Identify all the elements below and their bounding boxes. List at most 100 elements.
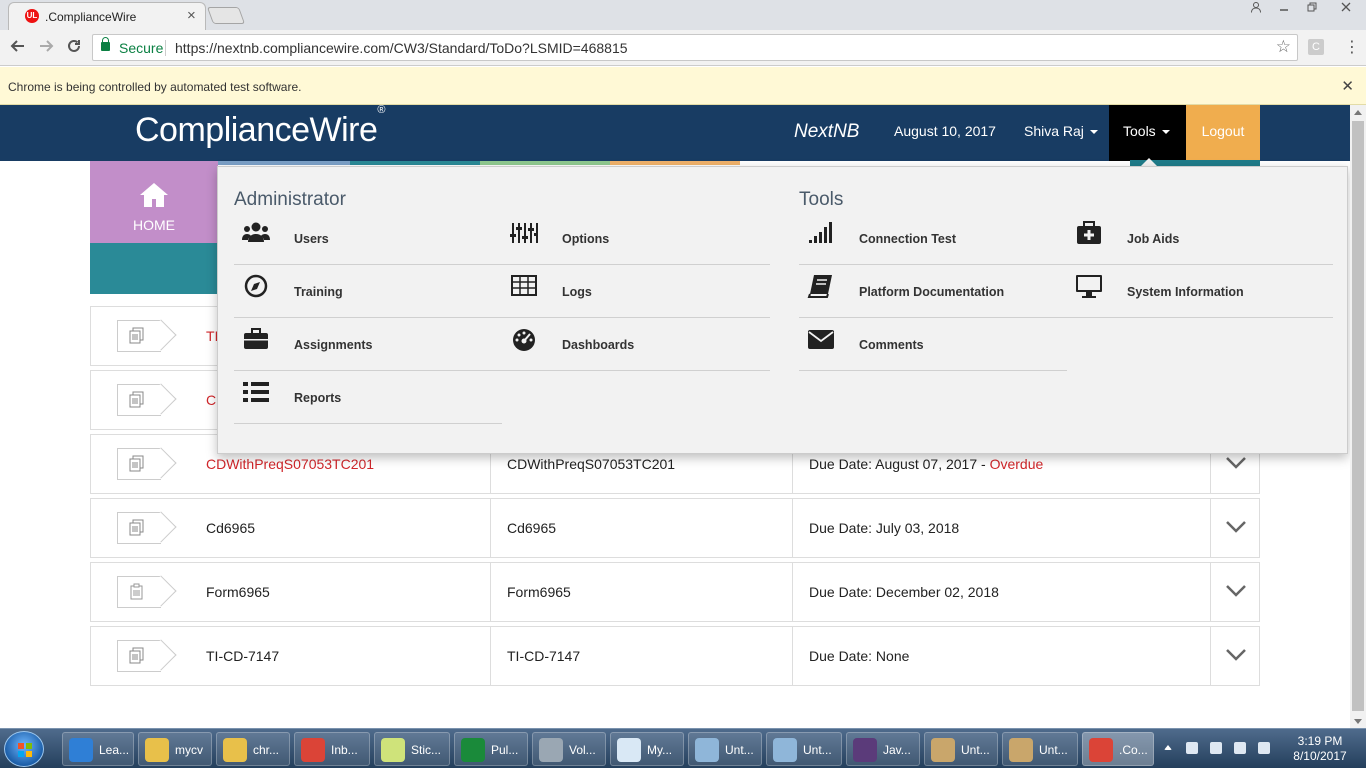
taskbar-clock[interactable]: 3:19 PM 8/10/2017 xyxy=(1290,734,1350,764)
menu-item-label: Training xyxy=(294,285,343,299)
menu-item-dashboards[interactable]: Dashboards xyxy=(502,318,770,371)
home-icon xyxy=(140,183,168,207)
network-icon[interactable] xyxy=(1234,742,1246,754)
url-text[interactable]: https://nextnb.compliancewire.com/CW3/St… xyxy=(175,40,628,56)
user-menu[interactable]: Shiva Raj xyxy=(1024,123,1098,139)
menu-item-label: Platform Documentation xyxy=(859,285,1005,299)
chevron-down-icon[interactable] xyxy=(1225,643,1247,665)
taskbar-label: Vol... xyxy=(569,743,596,757)
volume-icon[interactable] xyxy=(1258,742,1270,754)
taskbar-app-icon xyxy=(69,738,93,762)
tray-expand-icon[interactable] xyxy=(1164,745,1172,750)
tab-close-icon[interactable]: × xyxy=(187,7,196,24)
taskbar-button[interactable]: mycv xyxy=(138,732,212,766)
taskbar-button[interactable]: Vol... xyxy=(532,732,606,766)
page-scrollbar[interactable] xyxy=(1350,105,1366,728)
taskbar-button[interactable]: Unt... xyxy=(924,732,998,766)
window-close-icon[interactable] xyxy=(1326,0,1366,20)
taskbar-button[interactable]: chr... xyxy=(216,732,290,766)
taskbar-label: chr... xyxy=(253,743,280,757)
minimize-icon[interactable] xyxy=(1270,0,1298,20)
tile-colorbar xyxy=(610,161,740,165)
menu-item-logs[interactable]: Logs xyxy=(502,265,770,318)
flag-icon[interactable] xyxy=(1210,742,1222,754)
menu-item-training[interactable]: Training xyxy=(234,265,502,318)
forward-icon[interactable] xyxy=(38,38,54,59)
scroll-down-icon[interactable] xyxy=(1354,719,1362,724)
taskbar-app-icon xyxy=(1009,738,1033,762)
menu-item-assignments[interactable]: Assignments xyxy=(234,318,502,371)
taskbar-app-icon xyxy=(1089,738,1113,762)
column-divider xyxy=(1210,563,1211,621)
menu-item-connection-test[interactable]: Connection Test xyxy=(799,212,1067,265)
menu-item-system-information[interactable]: System Information xyxy=(1067,265,1333,318)
home-label: HOME xyxy=(133,217,175,233)
menu-item-label: Job Aids xyxy=(1127,232,1180,246)
restore-icon[interactable] xyxy=(1298,0,1326,20)
row-code: Cd6965 xyxy=(507,520,557,536)
table-icon xyxy=(511,275,537,296)
chevron-down-icon[interactable] xyxy=(1225,515,1247,537)
taskbar-button[interactable]: Stic... xyxy=(374,732,450,766)
menu-item-options[interactable]: Options xyxy=(502,212,770,265)
menu-item-platform-documentation[interactable]: Platform Documentation xyxy=(799,265,1067,318)
menu-item-label: Comments xyxy=(859,338,924,352)
chevron-down-icon[interactable] xyxy=(1225,451,1247,473)
menu-item-label: Logs xyxy=(562,285,592,299)
logout-button[interactable]: Logout xyxy=(1186,105,1260,161)
table-row[interactable]: Form6965 Form6965 Due Date: December 02,… xyxy=(90,562,1260,622)
address-bar[interactable]: Secure https://nextnb.compliancewire.com… xyxy=(92,34,1298,61)
menu-item-reports[interactable]: Reports xyxy=(234,371,502,424)
back-icon[interactable] xyxy=(10,38,26,59)
menu-item-users[interactable]: Users xyxy=(234,212,502,265)
document-icon xyxy=(117,639,177,672)
taskbar-button[interactable]: Unt... xyxy=(1002,732,1078,766)
tools-menu-button[interactable]: Tools xyxy=(1109,105,1186,161)
taskbar-button[interactable]: Inb... xyxy=(294,732,370,766)
taskbar-label: Lea... xyxy=(99,743,130,757)
row-name[interactable]: TI-CD-7147 xyxy=(206,648,279,664)
windows-taskbar: Lea... mycv chr... Inb... Stic... Pul... Vol..… xyxy=(0,728,1366,768)
table-row[interactable]: Cd6965 Cd6965 Due Date: July 03, 2018 xyxy=(90,498,1260,558)
browser-tab[interactable]: UL .ComplianceWire × xyxy=(8,2,206,30)
profile-icon[interactable] xyxy=(1242,0,1270,20)
menu-item-comments[interactable]: Comments xyxy=(799,318,1067,371)
taskbar-button[interactable]: My... xyxy=(610,732,684,766)
taskbar-label: Unt... xyxy=(803,743,832,757)
monitor-icon xyxy=(1076,275,1102,298)
browser-toolbar: Secure https://nextnb.compliancewire.com… xyxy=(0,30,1366,66)
taskbar-button[interactable]: Unt... xyxy=(688,732,762,766)
scroll-up-icon[interactable] xyxy=(1354,110,1362,115)
chrome-menu-icon[interactable]: ⋮ xyxy=(1344,37,1360,57)
row-name[interactable]: Form6965 xyxy=(206,584,270,600)
start-button[interactable] xyxy=(4,731,44,767)
taskbar-button[interactable]: Pul... xyxy=(454,732,528,766)
header-date: August 10, 2017 xyxy=(894,123,996,139)
scroll-thumb[interactable] xyxy=(1352,121,1364,711)
taskbar-button[interactable]: .Co... xyxy=(1082,732,1154,766)
chevron-down-icon[interactable] xyxy=(1225,579,1247,601)
row-name[interactable]: CDWithPreqS07053TC201 xyxy=(206,456,374,472)
taskbar-button[interactable]: Lea... xyxy=(62,732,134,766)
bookmark-star-icon[interactable]: ☆ xyxy=(1276,37,1291,57)
compliancewire-logo[interactable]: ComplianceWire® xyxy=(135,104,385,150)
home-tile[interactable]: HOME xyxy=(90,161,218,243)
browser-tabstrip: UL .ComplianceWire × xyxy=(0,0,1366,30)
new-tab-button[interactable] xyxy=(206,7,246,24)
reload-icon[interactable] xyxy=(66,38,82,59)
taskbar-label: Pul... xyxy=(491,743,519,757)
taskbar-button[interactable]: Jav... xyxy=(846,732,920,766)
row-name[interactable]: Cd6965 xyxy=(206,520,255,536)
infobar-close-icon[interactable]: ✕ xyxy=(1341,77,1354,95)
column-divider xyxy=(490,627,491,685)
taskbar-app-icon xyxy=(145,738,169,762)
menu-item-job-aids[interactable]: Job Aids xyxy=(1067,212,1333,265)
table-row[interactable]: TI-CD-7147 TI-CD-7147 Due Date: None xyxy=(90,626,1260,686)
extension-icon[interactable]: C xyxy=(1308,39,1324,55)
tray-app-icon[interactable] xyxy=(1186,742,1198,754)
tile-colorbar xyxy=(218,161,350,165)
taskbar-button[interactable]: Unt... xyxy=(766,732,842,766)
briefcase-icon xyxy=(244,328,268,349)
column-divider xyxy=(1210,499,1211,557)
column-divider xyxy=(792,563,793,621)
